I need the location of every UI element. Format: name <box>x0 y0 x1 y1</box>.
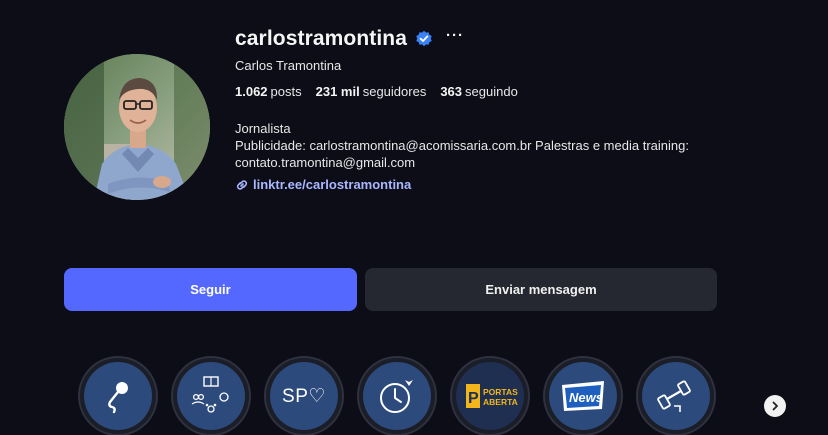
highlight-item[interactable] <box>636 356 716 435</box>
story-highlights: SP♡ P PORTAS ABERTAS <box>78 356 828 435</box>
following-label: seguindo <box>465 84 518 99</box>
posts-stat[interactable]: 1.062 posts <box>235 84 302 99</box>
chevron-right-icon <box>772 401 778 411</box>
bio-line-1: Jornalista <box>235 121 291 136</box>
username-row: carlostramontina ··· <box>235 24 795 54</box>
bio-line-3: contato.tramontina@gmail.com <box>235 155 416 170</box>
profile-info: carlostramontina ··· Carlos Tramontina 1… <box>235 24 795 192</box>
profile-avatar[interactable] <box>64 54 210 200</box>
abertas-text: ABERTAS <box>483 397 518 407</box>
followers-label: seguidores <box>362 84 427 99</box>
svg-text:P: P <box>468 390 479 407</box>
posts-count: 1.062 <box>235 84 268 99</box>
profile-stats: 1.062 posts 231 mil seguidores 363 seguindo <box>235 84 795 99</box>
bio-link[interactable]: linktr.ee/carlostramontina <box>235 177 795 192</box>
following-stat[interactable]: 363 seguindo <box>440 84 517 99</box>
profile-page: carlostramontina ··· Carlos Tramontina 1… <box>0 0 828 435</box>
clock-icon <box>380 380 413 413</box>
highlight-item[interactable] <box>78 356 158 435</box>
news-text: News <box>569 390 603 405</box>
highlight-item[interactable] <box>171 356 251 435</box>
dumbbell-icon <box>657 380 691 412</box>
highlight-item[interactable]: SP♡ <box>264 356 344 435</box>
next-highlights-button[interactable] <box>764 395 786 417</box>
bio: Jornalista Publicidade: carlostramontina… <box>235 120 715 171</box>
link-icon <box>235 178 249 192</box>
portas-abertas-logo: P PORTAS ABERTAS <box>466 384 518 408</box>
full-name: Carlos Tramontina <box>235 58 342 73</box>
news-logo: News <box>562 381 604 411</box>
avatar-photo <box>64 54 210 200</box>
username: carlostramontina <box>235 27 407 50</box>
more-options-button[interactable]: ··· <box>446 28 464 47</box>
highlight-item[interactable] <box>357 356 437 435</box>
microphone-icon <box>108 382 128 414</box>
highlight-item[interactable]: P PORTAS ABERTAS <box>450 356 530 435</box>
highlight-label: SP♡ <box>282 385 326 407</box>
verified-badge-icon <box>415 30 433 48</box>
following-count: 363 <box>440 84 463 99</box>
highlight-item[interactable]: News <box>543 356 623 435</box>
followers-count: 231 mil <box>315 84 360 99</box>
bio-line-2: Publicidade: carlostramontina@acomissari… <box>235 138 689 153</box>
send-message-button[interactable]: Enviar mensagem <box>365 268 717 311</box>
posts-label: posts <box>270 84 302 99</box>
bio-link-text: linktr.ee/carlostramontina <box>253 177 412 192</box>
people-book-icon <box>191 376 229 413</box>
followers-stat[interactable]: 231 mil seguidores <box>316 84 427 99</box>
follow-button[interactable]: Seguir <box>64 268 357 311</box>
portas-text: PORTAS <box>483 387 518 397</box>
